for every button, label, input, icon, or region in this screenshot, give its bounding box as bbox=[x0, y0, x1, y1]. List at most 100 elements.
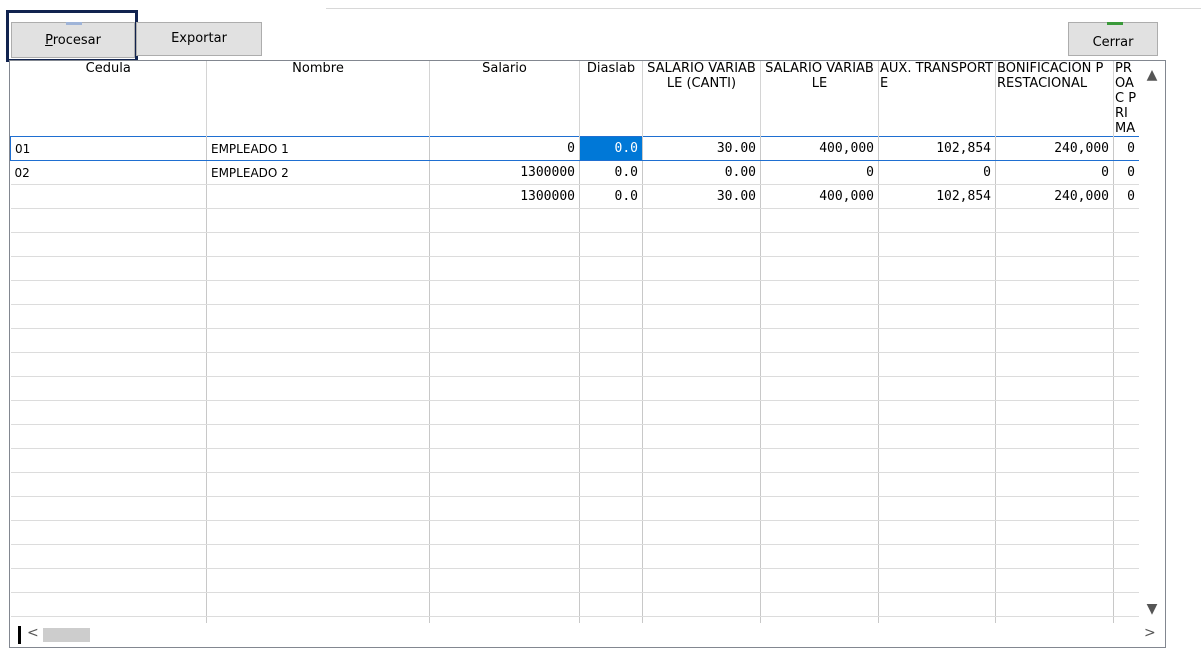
empty-cell[interactable] bbox=[1113, 256, 1139, 281]
empty-cell[interactable] bbox=[206, 352, 430, 377]
empty-cell[interactable] bbox=[642, 208, 761, 233]
empty-cell[interactable] bbox=[10, 520, 207, 545]
empty-cell[interactable] bbox=[878, 496, 996, 521]
cerrar-button[interactable]: Cerrar bbox=[1068, 22, 1158, 56]
empty-cell[interactable] bbox=[206, 592, 430, 617]
empty-row[interactable] bbox=[10, 280, 1139, 305]
empty-row[interactable] bbox=[10, 208, 1139, 233]
horizontal-scroll-thumb[interactable] bbox=[43, 628, 90, 642]
empty-cell[interactable] bbox=[878, 424, 996, 449]
empty-cell[interactable] bbox=[760, 448, 879, 473]
empty-cell[interactable] bbox=[429, 376, 580, 401]
cell-cedula[interactable]: 02 bbox=[10, 160, 207, 185]
column-header-proac-prima[interactable]: PROAC PRIMA bbox=[1113, 61, 1139, 137]
empty-row[interactable] bbox=[10, 448, 1139, 473]
empty-cell[interactable] bbox=[760, 424, 879, 449]
empty-cell[interactable] bbox=[760, 472, 879, 497]
empty-cell[interactable] bbox=[10, 352, 207, 377]
empty-cell[interactable] bbox=[995, 304, 1114, 329]
empty-cell[interactable] bbox=[10, 256, 207, 281]
empty-cell[interactable] bbox=[642, 448, 761, 473]
cell-bonificacion-prestacional[interactable]: 240,000 bbox=[995, 136, 1114, 161]
empty-cell[interactable] bbox=[429, 328, 580, 353]
empty-cell[interactable] bbox=[995, 208, 1114, 233]
empty-cell[interactable] bbox=[878, 520, 996, 545]
empty-cell[interactable] bbox=[760, 280, 879, 305]
empty-cell[interactable] bbox=[206, 256, 430, 281]
empty-cell[interactable] bbox=[206, 280, 430, 305]
empty-cell[interactable] bbox=[995, 424, 1114, 449]
empty-cell[interactable] bbox=[10, 448, 207, 473]
cell-salario-variable-canti[interactable]: 30.00 bbox=[642, 136, 761, 161]
scroll-down-icon[interactable]: ▼ bbox=[1139, 601, 1165, 617]
empty-cell[interactable] bbox=[995, 352, 1114, 377]
empty-cell[interactable] bbox=[642, 472, 761, 497]
empty-cell[interactable] bbox=[760, 256, 879, 281]
empty-cell[interactable] bbox=[10, 400, 207, 425]
empty-cell[interactable] bbox=[206, 424, 430, 449]
empty-cell[interactable] bbox=[760, 520, 879, 545]
empty-cell[interactable] bbox=[10, 544, 207, 569]
cell-aux-transporte[interactable]: 0 bbox=[878, 160, 996, 185]
cell-diaslab[interactable]: 0.0 bbox=[579, 184, 643, 209]
empty-cell[interactable] bbox=[429, 520, 580, 545]
empty-row[interactable] bbox=[10, 544, 1139, 569]
empty-cell[interactable] bbox=[878, 568, 996, 593]
empty-cell[interactable] bbox=[429, 592, 580, 617]
empty-cell[interactable] bbox=[878, 448, 996, 473]
empty-cell[interactable] bbox=[10, 424, 207, 449]
scroll-up-icon[interactable]: ▲ bbox=[1139, 67, 1165, 83]
empty-cell[interactable] bbox=[878, 280, 996, 305]
empty-cell[interactable] bbox=[579, 328, 643, 353]
empty-cell[interactable] bbox=[1113, 424, 1139, 449]
exportar-button[interactable]: Exportar bbox=[136, 22, 262, 56]
cell-proac-prima[interactable]: 0 bbox=[1113, 184, 1139, 209]
empty-cell[interactable] bbox=[10, 592, 207, 617]
empty-cell[interactable] bbox=[10, 568, 207, 593]
empty-cell[interactable] bbox=[995, 280, 1114, 305]
empty-cell[interactable] bbox=[995, 376, 1114, 401]
empty-cell[interactable] bbox=[206, 544, 430, 569]
empty-cell[interactable] bbox=[10, 496, 207, 521]
data-grid[interactable]: Cedula Nombre Salario Diaslab SALARIO VA… bbox=[9, 60, 1166, 648]
empty-cell[interactable] bbox=[206, 472, 430, 497]
empty-cell[interactable] bbox=[579, 424, 643, 449]
column-header-salario-variable-canti[interactable]: SALARIO VARIABLE (CANTI) bbox=[642, 61, 761, 137]
empty-cell[interactable] bbox=[10, 376, 207, 401]
cell-aux-transporte[interactable]: 102,854 bbox=[878, 184, 996, 209]
empty-cell[interactable] bbox=[10, 472, 207, 497]
empty-cell[interactable] bbox=[579, 256, 643, 281]
empty-cell[interactable] bbox=[1113, 352, 1139, 377]
empty-cell[interactable] bbox=[206, 232, 430, 257]
empty-cell[interactable] bbox=[429, 472, 580, 497]
empty-cell[interactable] bbox=[760, 376, 879, 401]
empty-cell[interactable] bbox=[1113, 400, 1139, 425]
empty-cell[interactable] bbox=[206, 400, 430, 425]
cell-bonificacion-prestacional[interactable]: 0 bbox=[995, 160, 1114, 185]
empty-cell[interactable] bbox=[642, 376, 761, 401]
empty-cell[interactable] bbox=[1113, 592, 1139, 617]
empty-cell[interactable] bbox=[206, 448, 430, 473]
empty-cell[interactable] bbox=[642, 544, 761, 569]
empty-cell[interactable] bbox=[760, 496, 879, 521]
column-header-diaslab[interactable]: Diaslab bbox=[579, 61, 643, 137]
empty-cell[interactable] bbox=[10, 304, 207, 329]
cell-cedula[interactable] bbox=[10, 184, 207, 209]
empty-cell[interactable] bbox=[579, 304, 643, 329]
empty-cell[interactable] bbox=[579, 208, 643, 233]
empty-cell[interactable] bbox=[206, 328, 430, 353]
empty-cell[interactable] bbox=[1113, 472, 1139, 497]
cell-salario-variable-canti[interactable]: 30.00 bbox=[642, 184, 761, 209]
empty-cell[interactable] bbox=[579, 520, 643, 545]
table-row[interactable]: 02 EMPLEADO 2 1300000 0.0 0.00 0 0 0 0 bbox=[10, 160, 1139, 185]
empty-row[interactable] bbox=[10, 496, 1139, 521]
cell-salario[interactable]: 1300000 bbox=[429, 160, 580, 185]
horizontal-scrollbar[interactable]: < > bbox=[10, 623, 1165, 647]
empty-cell[interactable] bbox=[642, 568, 761, 593]
empty-cell[interactable] bbox=[206, 304, 430, 329]
empty-cell[interactable] bbox=[579, 592, 643, 617]
empty-cell[interactable] bbox=[878, 208, 996, 233]
empty-row[interactable] bbox=[10, 472, 1139, 497]
empty-cell[interactable] bbox=[878, 232, 996, 257]
cell-nombre[interactable] bbox=[206, 184, 430, 209]
